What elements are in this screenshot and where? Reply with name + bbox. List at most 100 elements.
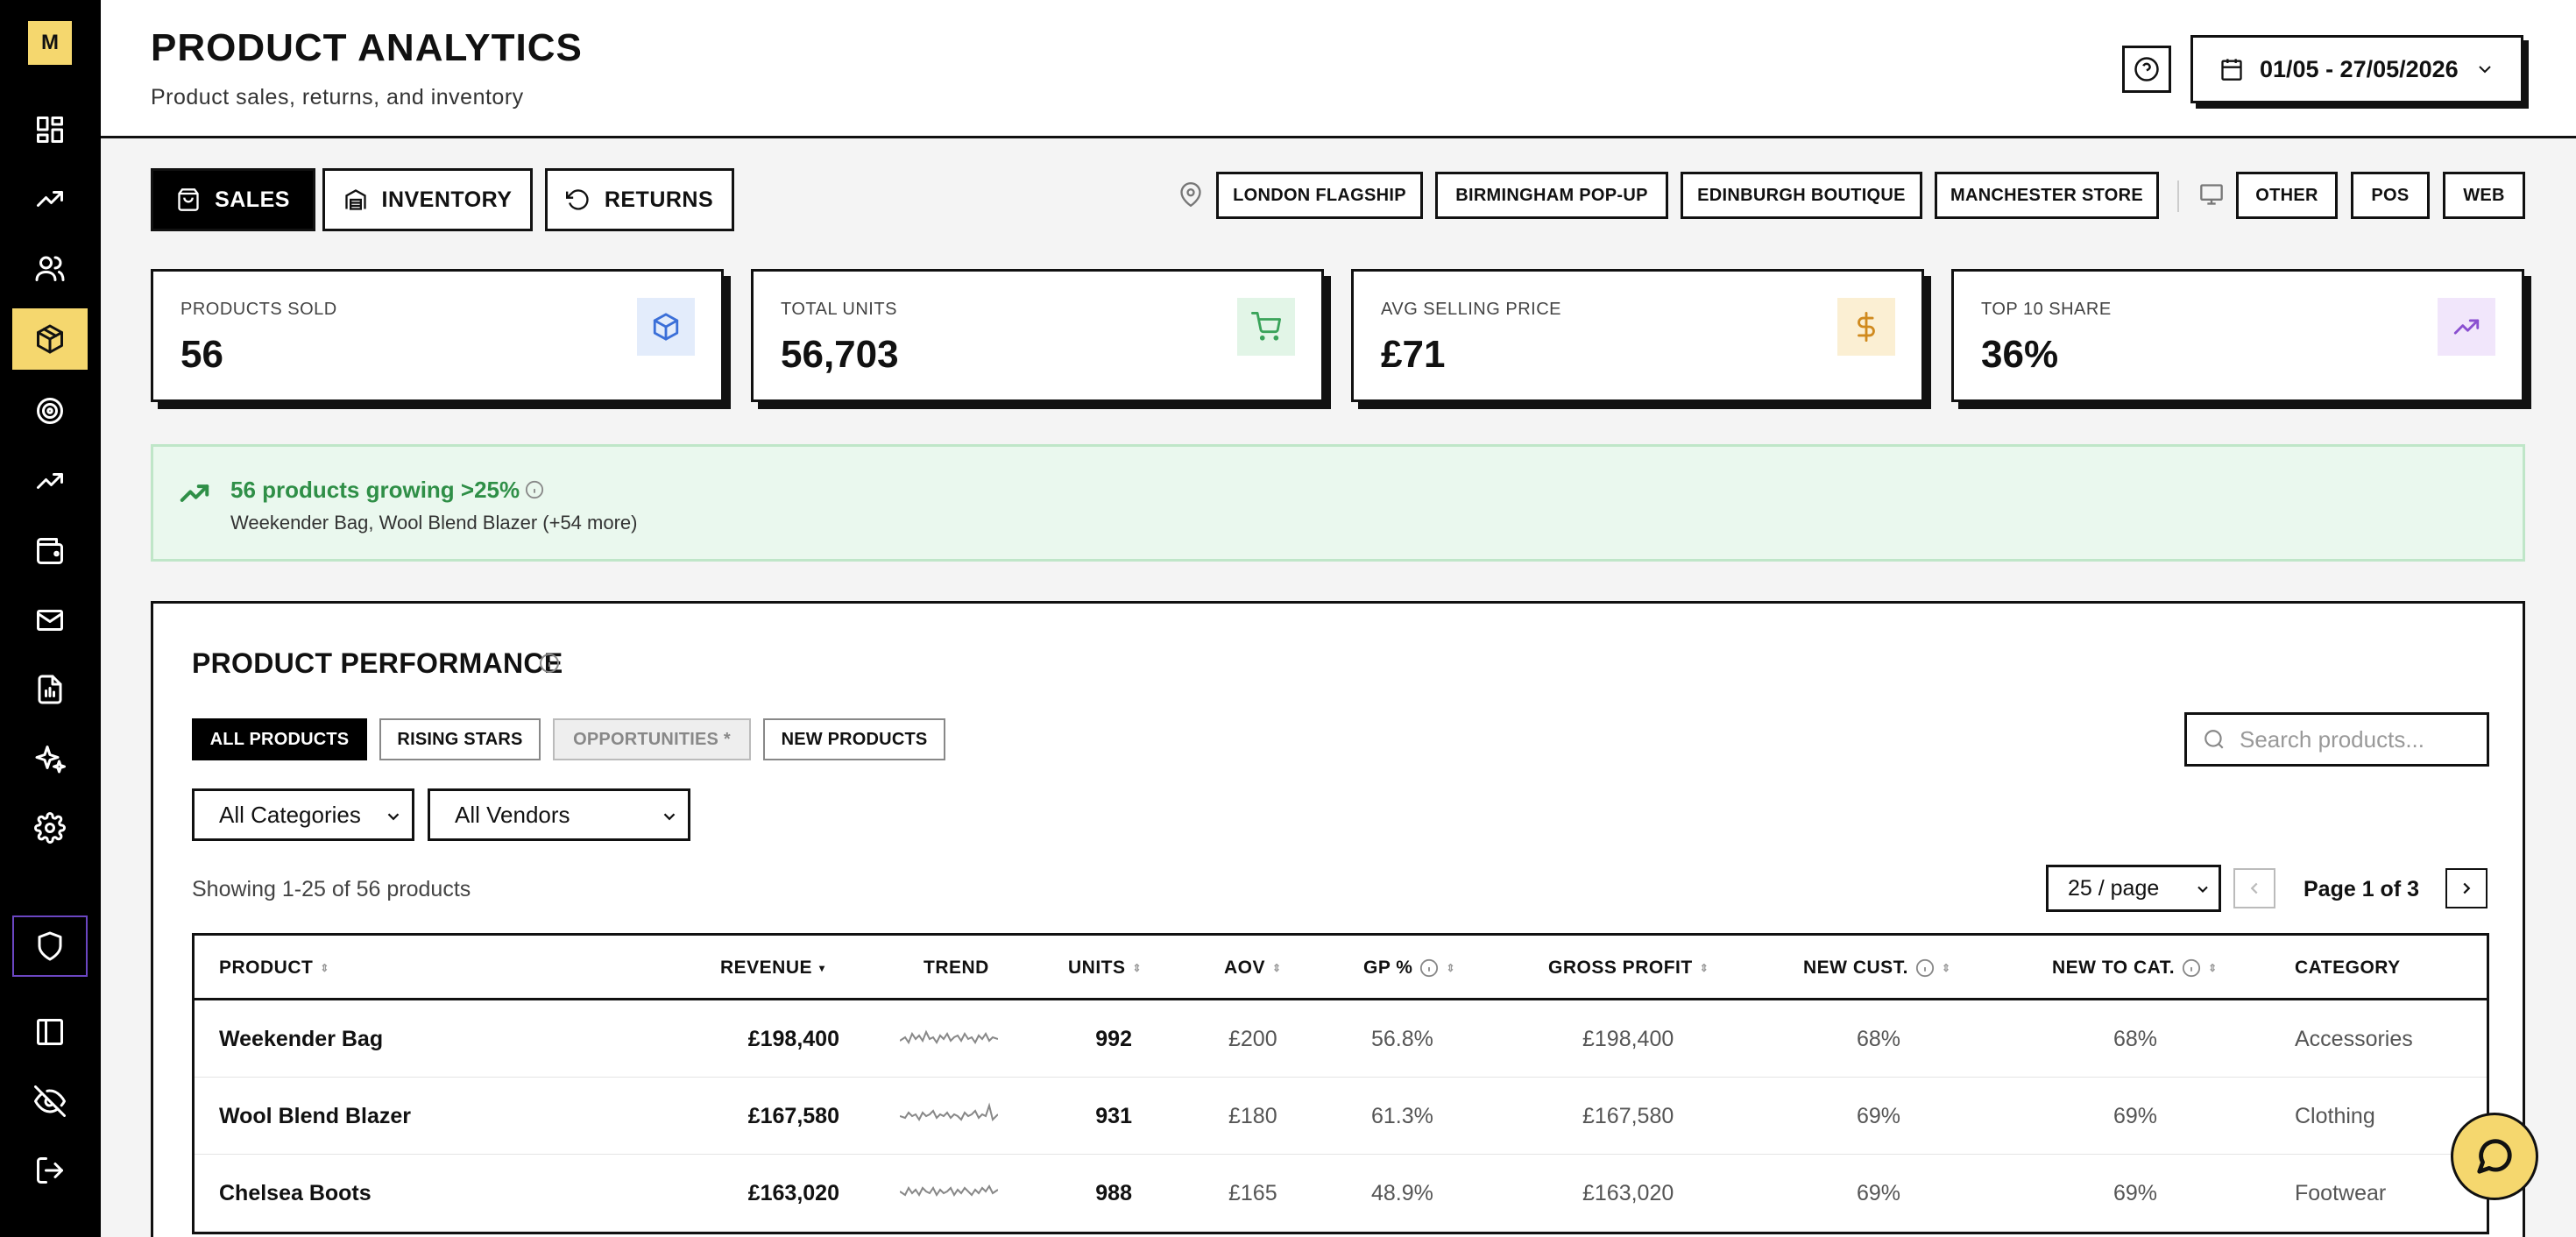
location-pin-icon [1178,182,1203,208]
sidebar-item-trends[interactable] [12,168,88,230]
eye-off-icon [34,1085,66,1117]
results-count: Showing 1-25 of 56 products [192,877,471,901]
prev-page-button[interactable] [2233,868,2275,908]
sidebar-item-admin[interactable] [12,915,88,977]
shopping-bag-icon [178,188,199,211]
cell-aov: £200 [1228,1027,1277,1051]
cell-product: Wool Blend Blazer [219,1104,412,1128]
sidebar-item-wallet[interactable] [12,520,88,582]
category-select-value: All Categories [219,801,361,828]
tab-inventory-label: INVENTORY [381,187,513,212]
help-button[interactable] [2122,46,2171,93]
sidebar-item-products[interactable] [12,308,88,370]
table-row[interactable]: Weekender Bag £198,400 992 £200 56.8% £1… [195,1000,2487,1078]
per-page-select[interactable]: 25 / page [2046,865,2221,912]
column-header-new-to-cat[interactable]: NEW TO CAT. ⇕ [2052,958,2218,979]
info-icon [2182,958,2201,978]
next-page-button[interactable] [2445,868,2488,908]
filter-new-products[interactable]: NEW PRODUCTS [763,718,945,760]
sidebar-item-reports[interactable] [12,659,88,720]
calendar-icon [2221,59,2242,81]
kpi-card-top-10-share: TOP 10 SHARE 36% [1951,269,2524,402]
filter-opportunities[interactable]: OPPORTUNITIES * [553,718,751,760]
cell-gross-profit: £163,020 [1582,1181,1674,1205]
cell-gross-profit: £198,400 [1582,1027,1674,1051]
location-pill-birmingham[interactable]: BIRMINGHAM POP-UP [1435,172,1668,219]
column-header-units[interactable]: UNITS ⇕ [1068,958,1142,979]
column-header-gross-profit[interactable]: GROSS PROFIT ⇕ [1548,958,1709,979]
search-box[interactable] [2184,712,2489,767]
filter-all-products[interactable]: ALL PRODUCTS [192,718,367,760]
panel-icon [37,1019,63,1045]
sidebar-item-settings[interactable] [12,797,88,859]
trend-sparkline [900,1184,998,1197]
info-icon[interactable] [539,653,560,674]
sort-icon: ⇕ [1132,962,1143,974]
search-input[interactable] [2240,725,2467,753]
info-icon[interactable] [525,480,544,499]
channel-pill-web[interactable]: WEB [2443,172,2525,219]
column-label: REVENUE [720,958,813,978]
monitor-icon [2199,182,2224,207]
sidebar: M [0,0,101,1237]
box-icon [637,298,695,356]
sidebar-item-email[interactable] [12,590,88,651]
panel-title: PRODUCT PERFORMANCE [192,647,563,679]
category-select[interactable]: All Categories [192,788,414,841]
filter-rising-stars[interactable]: RISING STARS [379,718,541,760]
location-pill-manchester[interactable]: MANCHESTER STORE [1935,172,2159,219]
sidebar-item-growth[interactable] [12,450,88,512]
chevron-left-icon [2250,882,2258,894]
per-page-value: 25 / page [2068,875,2160,901]
brand-logo[interactable]: M [28,21,72,65]
cell-new-cust: 69% [1857,1181,1901,1205]
kpi-value: £71 [1381,333,1446,376]
vendor-select[interactable]: All Vendors [428,788,690,841]
help-icon [2134,57,2159,81]
kpi-card-avg-selling-price: AVG SELLING PRICE £71 [1351,269,1924,402]
chevron-down-icon [2197,886,2208,893]
channel-pill-pos[interactable]: POS [2351,172,2430,219]
target-icon [37,398,63,424]
column-header-aov[interactable]: AOV ⇕ [1224,958,1282,979]
product-table: PRODUCT ⇕ REVENUE ▾ TREND UNITS ⇕ AOV ⇕ GP %… [192,933,2489,1234]
cell-revenue: £198,400 [747,1027,839,1051]
column-header-new-cust[interactable]: NEW CUST. ⇕ [1803,958,1951,979]
tab-sales[interactable]: SALES [151,168,315,231]
sidebar-item-dashboard[interactable] [12,99,88,160]
sidebar-item-customers[interactable] [12,237,88,299]
channel-pill-other[interactable]: OTHER [2236,172,2338,219]
table-row[interactable]: Wool Blend Blazer £167,580 931 £180 61.3… [195,1078,2487,1155]
column-header-product[interactable]: PRODUCT ⇕ [219,958,329,979]
cell-new-cust: 68% [1857,1027,1901,1051]
date-range-picker[interactable]: 01/05 - 27/05/2026 [2190,35,2523,103]
cell-product: Weekender Bag [219,1027,384,1051]
table-row[interactable]: Chelsea Boots £163,020 988 £165 48.9% £1… [195,1155,2487,1232]
cell-category: Accessories [2295,1027,2413,1051]
logout-icon [37,1157,63,1184]
sidebar-toggle[interactable] [12,1001,88,1063]
cart-icon [1237,298,1295,356]
sidebar-item-privacy[interactable] [12,1071,88,1132]
trend-sparkline [900,1029,998,1045]
cell-gross-profit: £167,580 [1582,1104,1674,1128]
location-pill-london[interactable]: LONDON FLAGSHIP [1216,172,1423,219]
kpi-value: 56 [180,333,223,376]
cell-units: 931 [1095,1104,1132,1128]
sidebar-item-goals[interactable] [12,380,88,442]
tab-inventory[interactable]: INVENTORY [322,168,533,231]
column-header-gp-percent[interactable]: GP % ⇕ [1363,958,1455,979]
cell-new-to-cat: 69% [2113,1181,2158,1205]
chevron-down-icon [2478,66,2491,74]
page-subtitle: Product sales, returns, and inventory [151,85,524,110]
tab-returns[interactable]: RETURNS [545,168,734,231]
cell-new-to-cat: 68% [2113,1027,2158,1051]
column-header-revenue[interactable]: REVENUE ▾ [720,958,825,979]
chevron-right-icon [2463,882,2471,894]
page-indicator: Page 1 of 3 [2304,877,2419,901]
chat-button[interactable] [2451,1113,2538,1200]
sidebar-item-logout[interactable] [12,1140,88,1201]
sidebar-item-ai[interactable] [12,728,88,789]
trend-sparkline [900,1102,998,1121]
location-pill-edinburgh[interactable]: EDINBURGH BOUTIQUE [1681,172,1922,219]
